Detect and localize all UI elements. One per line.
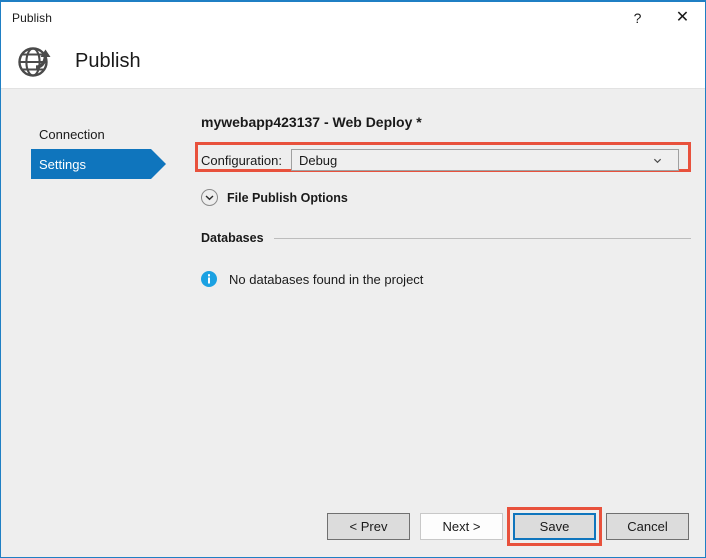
title-bar-buttons: ? ✕	[615, 2, 705, 34]
sidebar-item-settings[interactable]: Settings	[31, 149, 151, 179]
databases-section-title: Databases	[201, 231, 264, 245]
cancel-button[interactable]: Cancel	[606, 513, 689, 540]
next-button-label: Next >	[443, 519, 481, 534]
dialog-footer: < Prev Next > Save Cancel	[1, 501, 705, 558]
prev-button-label: < Prev	[350, 519, 388, 534]
next-button[interactable]: Next >	[420, 513, 503, 540]
sidebar: Connection Settings	[1, 89, 191, 179]
help-button[interactable]: ?	[615, 2, 660, 33]
help-icon: ?	[634, 11, 642, 25]
save-button[interactable]: Save	[513, 513, 596, 540]
databases-section-header: Databases	[201, 231, 691, 245]
footer-button-row: < Prev Next > Save Cancel	[327, 513, 689, 540]
save-button-wrapper: Save	[513, 513, 596, 540]
header-title: Publish	[75, 50, 141, 73]
settings-panel: mywebapp423137 - Web Deploy * Configurat…	[199, 89, 697, 130]
title-bar: Publish ? ✕	[1, 2, 705, 34]
close-icon: ✕	[676, 10, 689, 26]
chevron-down-icon	[661, 156, 670, 165]
databases-message-text: No databases found in the project	[229, 272, 423, 287]
sidebar-item-connection[interactable]: Connection	[31, 119, 151, 149]
prev-button[interactable]: < Prev	[327, 513, 410, 540]
dialog-body: Connection Settings mywebapp423137 - Web…	[1, 89, 705, 558]
save-button-label: Save	[540, 519, 570, 534]
configuration-row: Configuration: Debug	[201, 149, 679, 171]
dialog-header: Publish	[1, 34, 705, 89]
databases-empty-message: No databases found in the project	[201, 271, 423, 287]
file-publish-options-expander[interactable]: File Publish Options	[201, 189, 348, 206]
configuration-label: Configuration:	[201, 153, 282, 168]
section-divider	[274, 238, 691, 239]
configuration-value: Debug	[292, 153, 337, 168]
info-icon	[201, 271, 217, 287]
configuration-select[interactable]: Debug	[291, 149, 679, 171]
file-publish-options-label: File Publish Options	[227, 191, 348, 205]
publish-globe-icon	[15, 41, 55, 81]
publish-dialog-window: Publish ? ✕ Publish	[0, 0, 706, 558]
window-title: Publish	[1, 11, 52, 25]
sidebar-item-label: Connection	[39, 127, 105, 142]
page-title: mywebapp423137 - Web Deploy *	[201, 114, 697, 130]
cancel-button-label: Cancel	[627, 519, 667, 534]
sidebar-item-label: Settings	[39, 157, 86, 172]
close-button[interactable]: ✕	[660, 2, 705, 33]
chevron-down-circle-icon	[201, 189, 218, 206]
